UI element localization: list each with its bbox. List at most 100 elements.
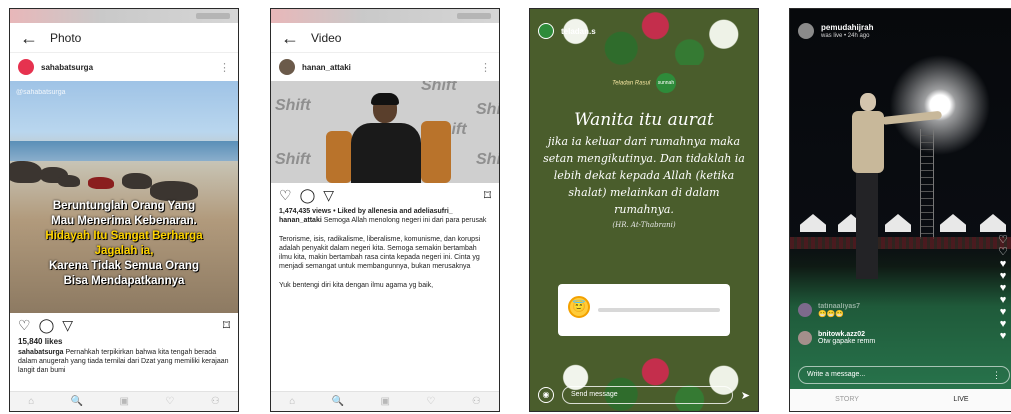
caption-username[interactable]: hanan_attaki [279,217,322,224]
story-quote: Wanita itu aurat jika ia keluar dari rum… [540,109,748,229]
avatar[interactable] [798,303,812,317]
backdrop-logo: Shift [476,151,499,168]
add-post-icon[interactable]: ▣ [381,396,390,407]
heart-icon: ♥ [999,258,1007,270]
activity-icon[interactable]: ♡ [165,396,174,407]
avatar[interactable] [279,59,295,75]
speaker-beanie [371,93,399,105]
avatar[interactable] [798,23,814,39]
caption-username[interactable]: sahabatsurga [18,349,64,356]
send-icon[interactable]: ➤ [741,389,750,402]
more-options-icon[interactable]: ⋮ [480,61,491,74]
live-timestamp: was live • 24h ago [821,33,870,39]
story-username[interactable]: teladan.s [561,27,596,36]
caption-paragraph: Terorisme, isis, radikalisme, liberalism… [279,236,481,270]
heart-icon: ♡ [998,234,1008,246]
quote-title: Wanita itu aurat [574,110,714,130]
heart-icon[interactable]: ♡ [18,318,31,332]
comment-body: tatinaaliyas7 😁😁😁 [818,303,860,318]
phone-live-replay: pemudahijrah was live • 24h ago ♡ ♡ ♥ ♥ … [789,8,1011,412]
avatar[interactable] [538,23,554,39]
caption-text: Semoga Allah menolong negeri ini dari pa… [323,217,487,224]
backdrop-logo: Shift [275,151,311,168]
caption-line: Mau Menerima Kebenaran. [51,215,197,227]
post-image[interactable]: @sahabatsurga Beruntunglah Orang Yang Ma… [10,81,238,313]
comment-text: Otw gapake remm [818,338,876,345]
live-tabs: STORY LIVE [790,389,1011,411]
heart-icon: ♥ [999,294,1007,306]
comment-username[interactable]: tatinaaliyas7 [818,303,860,310]
story-reply-bar: ◉ Send message ➤ [538,385,750,405]
comment-icon[interactable]: ◯ [39,318,55,332]
post-username[interactable]: sahabatsurga [41,63,93,72]
heart-icon: ♥ [999,282,1007,294]
live-comment: bnitowk.azz02 Otw gapake remm [798,331,875,345]
phone-photo-post: ← Photo sahabatsurga ⋮ @sahabatsurga Ber… [9,8,239,412]
tab-live[interactable]: LIVE [904,389,1011,411]
performer-head [860,93,876,111]
post-video[interactable]: Shift Shift Shift Shift Shift Shift [271,81,499,183]
image-watermark: @sahabatsurga [16,89,66,96]
performer-torso [852,111,884,173]
chair [326,131,352,183]
floating-hearts: ♡ ♡ ♥ ♥ ♥ ♥ ♥ ♥ ♥ [996,234,1010,342]
heart-icon: ♥ [999,270,1007,282]
status-bar [271,9,499,23]
views-line[interactable]: 1,474,435 views • Liked by allenesia and… [271,207,499,216]
backdrop-logo: Shift [275,97,311,114]
performer [848,93,943,279]
more-options-icon[interactable]: ⋮ [219,61,230,74]
phone-story: teladan.s Teladan Rasul sunnah Wanita it… [529,8,759,412]
angel-emoji-icon[interactable]: 😇 [568,296,590,318]
tab-story[interactable]: STORY [790,389,904,411]
page-title: Video [311,30,342,45]
bottom-nav: ⌂ 🔍 ▣ ♡ ⚇ [271,391,499,411]
like-count[interactable]: 15,840 likes [10,337,238,346]
home-icon[interactable]: ⌂ [28,396,34,407]
post-username[interactable]: hanan_attaki [302,63,351,72]
write-message-input[interactable]: Write a message... ⋮ [798,366,1010,384]
home-icon[interactable]: ⌂ [289,396,295,407]
tent [940,214,966,232]
rock [10,161,42,183]
live-video[interactable] [790,9,1011,411]
send-message-input[interactable]: Send message [562,386,733,404]
speaker-body [351,123,421,183]
camera-icon[interactable]: ◉ [538,387,554,403]
live-username[interactable]: pemudahijrah [821,23,873,32]
caption-paragraph: Yuk bentengi diri kita dengan ilmu agama… [279,282,434,289]
backdrop-logo: Shift [476,101,499,118]
status-icons [196,13,230,19]
post-actions: ♡ ◯ ▽ ⌑ [10,313,238,337]
comment-body: bnitowk.azz02 Otw gapake remm [818,331,875,345]
share-icon[interactable]: ▽ [62,318,73,332]
back-arrow-icon[interactable]: ← [20,29,42,47]
sea-background [10,141,238,161]
bookmark-icon[interactable]: ⌑ [223,318,230,332]
caption-line: Karena Tidak Semua Orang [49,260,199,272]
heart-icon[interactable]: ♡ [279,188,292,202]
add-post-icon[interactable]: ▣ [120,396,129,407]
prostrating-person [58,175,80,187]
top-bar: ← Video [271,23,499,53]
search-icon[interactable]: 🔍 [71,396,83,407]
comment-icon[interactable]: ◯ [300,188,316,202]
profile-icon[interactable]: ⚇ [211,396,220,407]
bookmark-icon[interactable]: ⌑ [484,188,491,202]
message-placeholder: Write a message... [807,371,866,378]
avatar[interactable] [798,331,812,345]
share-icon[interactable]: ▽ [323,188,334,202]
speaker [351,93,421,183]
more-options-icon[interactable]: ⋮ [992,367,1001,383]
bottom-nav: ⌂ 🔍 ▣ ♡ ⚇ [10,391,238,411]
activity-icon[interactable]: ♡ [426,396,435,407]
tent [885,214,911,232]
avatar[interactable] [18,59,34,75]
emoji-slider-sticker[interactable]: 😇 [558,284,730,336]
comment-username[interactable]: bnitowk.azz02 [818,331,875,338]
quote-source: (HR. At-Thabrani) [612,221,676,229]
back-arrow-icon[interactable]: ← [281,29,303,47]
profile-icon[interactable]: ⚇ [472,396,481,407]
search-icon[interactable]: 🔍 [332,396,344,407]
slider-track[interactable] [598,308,720,312]
